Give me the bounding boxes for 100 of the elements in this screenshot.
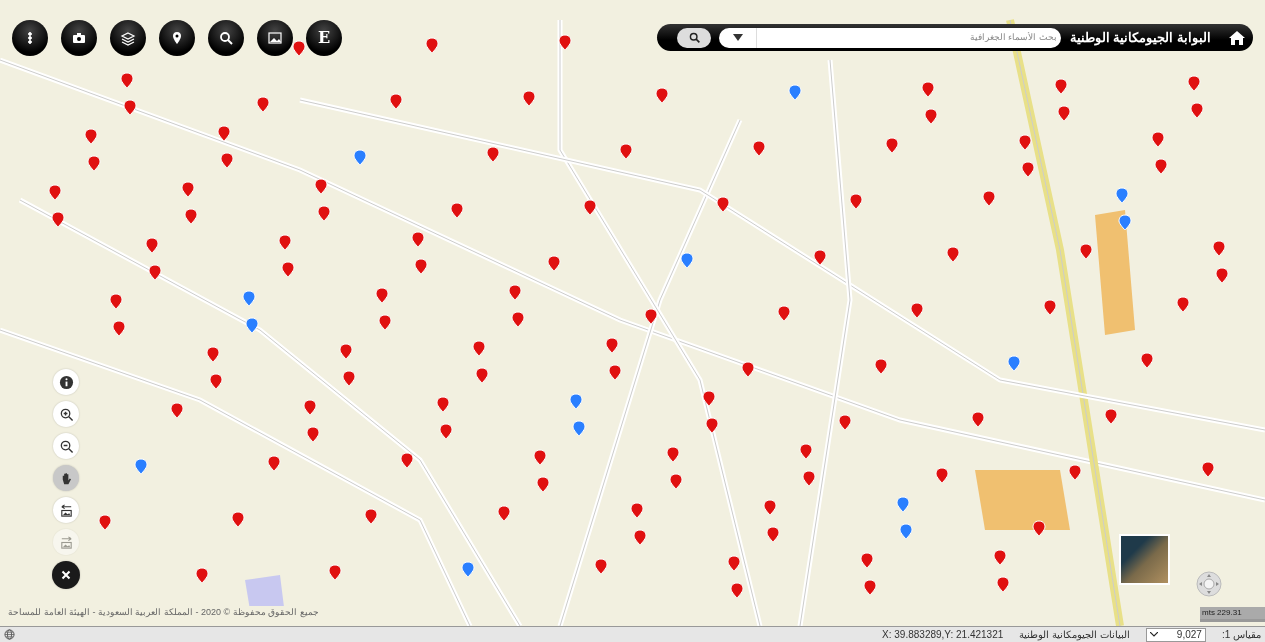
map-marker-icon[interactable] [1212,240,1226,257]
map-marker-icon[interactable] [1068,464,1082,481]
map-marker-icon[interactable] [217,125,231,142]
map-marker-icon[interactable] [1151,131,1165,148]
map-marker-icon[interactable] [813,249,827,266]
map-marker-icon[interactable] [860,552,874,569]
map-marker-icon[interactable] [1215,267,1229,284]
map-marker-icon[interactable] [303,399,317,416]
satellite-thumbnail[interactable] [1119,534,1170,585]
map-marker-icon[interactable] [741,361,755,378]
map-marker-icon[interactable] [946,246,960,263]
map-marker-icon[interactable] [1104,408,1118,425]
map-marker-icon[interactable] [558,34,572,51]
map-marker-icon[interactable] [497,505,511,522]
map-marker-icon[interactable] [1201,461,1215,478]
map-marker-icon[interactable] [84,128,98,145]
map-marker-icon[interactable] [112,320,126,337]
map-marker-icon[interactable] [971,411,985,428]
map-marker-icon[interactable] [511,311,525,328]
map-marker-icon[interactable] [788,84,802,101]
map-marker-icon[interactable] [51,211,65,228]
map-marker-icon[interactable] [414,258,428,275]
map-marker-icon[interactable] [231,511,245,528]
map-marker-icon[interactable] [1176,296,1190,313]
map-marker-icon[interactable] [378,314,392,331]
map-marker-icon[interactable] [1043,299,1057,316]
map-marker-icon[interactable] [281,261,295,278]
map-marker-icon[interactable] [730,582,744,599]
map-marker-icon[interactable] [1140,352,1154,369]
map-marker-icon[interactable] [727,555,741,572]
map-marker-icon[interactable] [644,308,658,325]
map-marker-icon[interactable] [935,467,949,484]
map-marker-icon[interactable] [436,396,450,413]
map-marker-icon[interactable] [874,358,888,375]
map-marker-icon[interactable] [605,337,619,354]
map-marker-icon[interactable] [508,284,522,301]
map-marker-icon[interactable] [863,579,877,596]
search-button[interactable] [677,27,711,48]
home-button[interactable] [1229,30,1245,45]
dropdown-button[interactable] [719,27,757,48]
map-marker-icon[interactable] [450,202,464,219]
map-marker-icon[interactable] [170,402,184,419]
map-marker-icon[interactable] [669,473,683,490]
map-marker-icon[interactable] [1032,520,1046,537]
map-marker-icon[interactable] [256,96,270,113]
map-marker-icon[interactable] [702,390,716,407]
map-marker-icon[interactable] [461,561,475,578]
map-marker-icon[interactable] [1007,355,1021,372]
map-marker-icon[interactable] [583,199,597,216]
map-marker-icon[interactable] [1054,78,1068,95]
map-marker-icon[interactable] [536,476,550,493]
map-marker-icon[interactable] [777,305,791,322]
map-marker-icon[interactable] [242,290,256,307]
map-marker-icon[interactable] [109,293,123,310]
map-marker-icon[interactable] [885,137,899,154]
map-marker-icon[interactable] [375,287,389,304]
map-marker-icon[interactable] [522,90,536,107]
map-marker-icon[interactable] [896,496,910,513]
map-marker-icon[interactable] [763,499,777,516]
map-marker-icon[interactable] [1021,161,1035,178]
map-marker-icon[interactable] [1057,105,1071,122]
map-marker-icon[interactable] [353,149,367,166]
map-marker-icon[interactable] [1190,102,1204,119]
globe-icon[interactable] [4,629,15,640]
map-marker-icon[interactable] [181,181,195,198]
map-marker-icon[interactable] [364,508,378,525]
map-marker-icon[interactable] [849,193,863,210]
map-marker-icon[interactable] [655,87,669,104]
map-marker-icon[interactable] [120,72,134,89]
map-marker-icon[interactable] [87,155,101,172]
map-marker-icon[interactable] [752,140,766,157]
map-marker-icon[interactable] [292,40,306,57]
map-marker-icon[interactable] [209,373,223,390]
map-marker-icon[interactable] [594,558,608,575]
map-marker-icon[interactable] [342,370,356,387]
map-marker-icon[interactable] [123,99,137,116]
map-marker-icon[interactable] [1079,243,1093,260]
map-marker-icon[interactable] [328,564,342,581]
map-marker-icon[interactable] [1115,187,1129,204]
map-marker-icon[interactable] [245,317,259,334]
map-marker-icon[interactable] [716,196,730,213]
search-field[interactable]: بحث الأسماء الجغرافية [757,27,1061,48]
map-marker-icon[interactable] [533,449,547,466]
scale-select[interactable]: 9,027 [1145,627,1206,642]
map-marker-icon[interactable] [306,426,320,443]
map-marker-icon[interactable] [630,502,644,519]
map-marker-icon[interactable] [608,364,622,381]
map-marker-icon[interactable] [996,576,1010,593]
map-marker-icon[interactable] [278,234,292,251]
map-marker-icon[interactable] [148,264,162,281]
map-marker-icon[interactable] [220,152,234,169]
map-marker-icon[interactable] [486,146,500,163]
map-marker-icon[interactable] [705,417,719,434]
map-marker-icon[interactable] [1187,75,1201,92]
map-marker-icon[interactable] [389,93,403,110]
map-marker-icon[interactable] [145,237,159,254]
map-marker-icon[interactable] [314,178,328,195]
map-marker-icon[interactable] [425,37,439,54]
map-marker-icon[interactable] [982,190,996,207]
map-marker-icon[interactable] [838,414,852,431]
